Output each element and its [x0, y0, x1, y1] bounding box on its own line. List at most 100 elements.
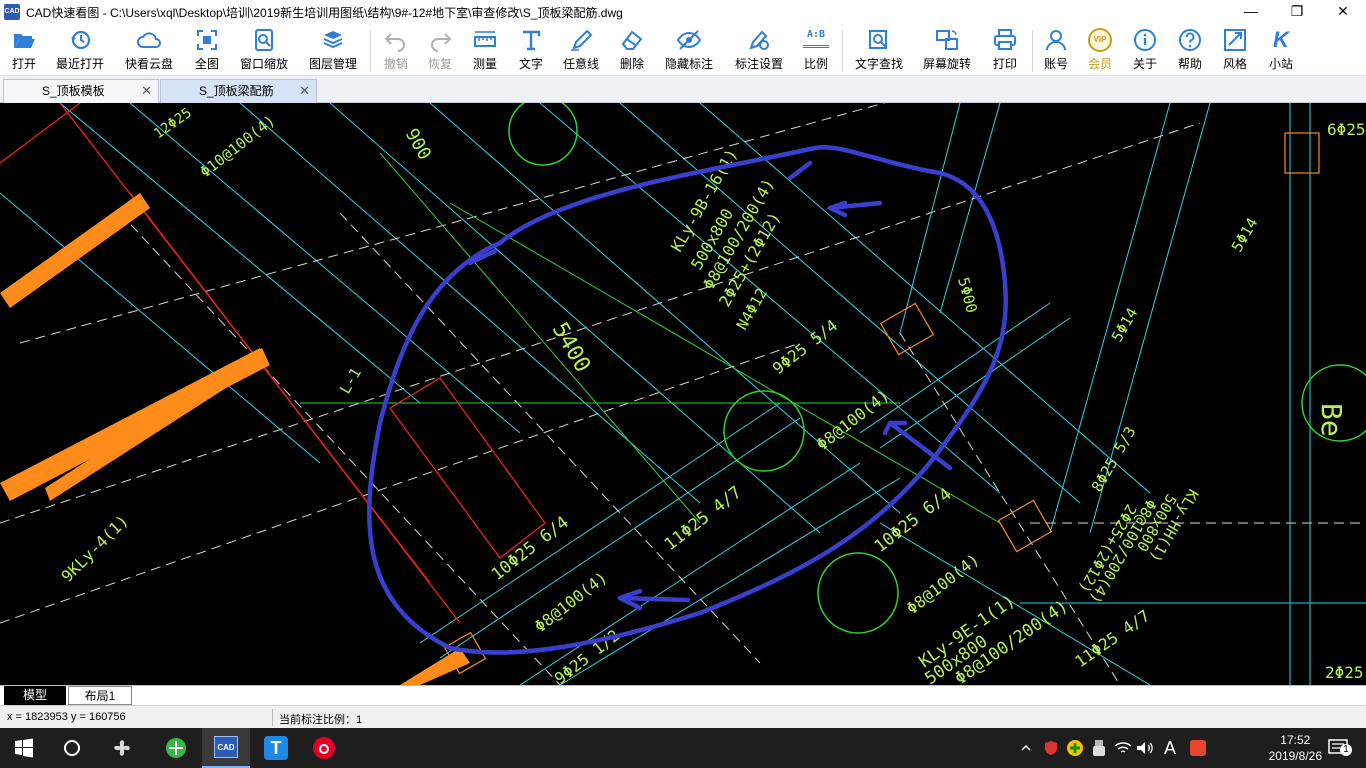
maximize-button[interactable]: ❐ [1274, 0, 1320, 24]
fit-all-icon [197, 30, 217, 50]
eye-hide-icon [676, 30, 702, 50]
wifi-icon[interactable] [1112, 728, 1134, 768]
fit-all-button[interactable]: 全图 [188, 28, 226, 74]
ime-indicator[interactable]: A [1158, 728, 1182, 768]
cad-label: 9Φ25 1/2 [551, 626, 623, 685]
cad-label: 8Φ25 5/3 [1088, 423, 1140, 495]
tab-reinforcement-label: S_顶板梁配筋 [199, 84, 274, 98]
toolbar-divider [842, 30, 843, 72]
start-button[interactable] [0, 728, 48, 768]
redo-button[interactable]: 恢复 [422, 28, 458, 74]
close-icon[interactable]: ✕ [299, 80, 310, 102]
browser-icon [166, 738, 186, 758]
user-icon [1046, 30, 1066, 51]
main-toolbar: 打开 最近打开 快看云盘 全图 窗口缩放 图层管理 撤销 恢复 测量 文字 任意… [0, 24, 1366, 76]
style-button[interactable]: 风格 [1216, 28, 1254, 74]
notification-center-icon[interactable]: 1 [1318, 728, 1358, 768]
status-divider [272, 709, 273, 726]
cad-label: Φ8@100(4) [531, 568, 611, 636]
rotate-screen-label: 屏幕旋转 [922, 57, 971, 71]
tab-layout1[interactable]: 布局1 [68, 686, 132, 705]
recent-button[interactable]: 最近打开 [52, 28, 108, 74]
cloud-label: 快看云盘 [124, 57, 173, 71]
plus-badge-icon[interactable] [1064, 728, 1086, 768]
tab-template[interactable]: S_顶板模板 ✕ [3, 79, 159, 103]
layout-tabs: 模型 布局1 [0, 685, 1366, 705]
netease-music-icon [313, 737, 335, 759]
text-label: 文字 [518, 57, 543, 71]
layers-button[interactable]: 图层管理 [304, 28, 362, 74]
station-label: 小站 [1268, 57, 1293, 71]
cad-label: 5400 [547, 319, 595, 377]
drawing-canvas[interactable]: 12Φ25 Φ10@100(4) 900 5400 L-1 KLy-9B-16(1) 500… [0, 103, 1366, 685]
station-button[interactable]: K 小站 [1262, 28, 1300, 74]
sogou-ime-icon[interactable] [1186, 728, 1210, 768]
task-view-button[interactable] [98, 728, 146, 768]
freeline-label: 任意线 [562, 57, 599, 71]
music-app[interactable] [300, 728, 348, 768]
cad-label: Φ8@100(4) [903, 550, 983, 618]
annotation-scale: 当前标注比例：1 [279, 714, 363, 726]
cad-label: 9KLy-4(1) [57, 511, 132, 586]
about-button[interactable]: 关于 [1126, 28, 1164, 74]
delete-label: 删除 [619, 57, 644, 71]
delete-button[interactable]: 删除 [613, 28, 651, 74]
window-title: CAD快速看图 - C:\Users\xql\Desktop\培训\2019新生… [26, 5, 623, 20]
vip-icon: VIP [1088, 28, 1112, 52]
cad-label: 10Φ25 6/4 [488, 512, 573, 584]
usb-device-icon[interactable] [1088, 728, 1110, 768]
help-button[interactable]: 帮助 [1171, 28, 1209, 74]
volume-icon[interactable] [1134, 728, 1156, 768]
text-button[interactable]: 文字 [512, 28, 550, 74]
scale-button[interactable]: A:B 比例 [798, 28, 834, 74]
browser-app[interactable] [152, 728, 200, 768]
annotation-settings-icon [749, 30, 769, 50]
annotation-settings-button[interactable]: 标注设置 [730, 28, 788, 74]
system-clock[interactable]: 17:52 2019/8/26 [1269, 732, 1322, 764]
window-controls: — ❐ ✕ [1228, 0, 1366, 24]
rotate-screen-button[interactable]: 屏幕旋转 [918, 28, 976, 74]
minimize-button[interactable]: — [1228, 0, 1274, 24]
pinwheel-icon [114, 740, 130, 756]
chevron-up-icon[interactable] [1016, 728, 1036, 768]
freeline-button[interactable]: 任意线 [558, 28, 604, 74]
text-search-label: 文字查找 [854, 57, 903, 71]
undo-button[interactable]: 撤销 [378, 28, 414, 74]
cad-labels: 12Φ25 Φ10@100(4) 9005400L-1KLy-9B-16(1)500… [57, 105, 1365, 685]
rotate-screen-icon [936, 30, 958, 50]
zoom-window-icon [255, 29, 273, 51]
cad-label: Φ10@100(4) [196, 111, 278, 181]
k-glyph: K [1273, 27, 1289, 52]
search-button[interactable] [48, 728, 96, 768]
cloud-button[interactable]: 快看云盘 [120, 28, 178, 74]
close-icon[interactable]: ✕ [141, 80, 152, 102]
app-logo-icon: CAD [4, 4, 20, 20]
redo-icon [431, 33, 452, 52]
measure-label: 测量 [472, 57, 497, 71]
style-label: 风格 [1222, 57, 1247, 71]
measure-button[interactable]: 测量 [466, 28, 504, 74]
text-search-button[interactable]: 文字查找 [850, 28, 908, 74]
cad-label: 12Φ25 [151, 105, 195, 142]
close-button[interactable]: ✕ [1320, 0, 1366, 24]
search-icon [64, 740, 80, 756]
open-button[interactable]: 打开 [4, 28, 44, 74]
hide-annotation-button[interactable]: 隐藏标注 [660, 28, 718, 74]
tab-reinforcement[interactable]: S_顶板梁配筋 ✕ [160, 79, 317, 103]
layers-label: 图层管理 [308, 57, 357, 71]
zoom-window-button[interactable]: 窗口缩放 [236, 28, 292, 74]
cad-label: 5Φ14 [1228, 215, 1262, 255]
print-button[interactable]: 打印 [986, 28, 1024, 74]
print-label: 打印 [992, 57, 1017, 71]
vip-button[interactable]: VIP 会员 [1082, 28, 1118, 74]
security-shield-icon[interactable] [1040, 728, 1062, 768]
text-app[interactable]: T [252, 728, 300, 768]
cad-viewer-app[interactable]: CAD [202, 728, 250, 768]
vip-badge-text: VIP [1093, 35, 1107, 44]
t-app-icon: T [264, 736, 288, 760]
account-button[interactable]: 账号 [1038, 28, 1074, 74]
tab-model[interactable]: 模型 [4, 686, 66, 705]
cursor-coordinates: x = 1823953 y = 160756 [7, 711, 126, 723]
cad-label: 6Φ25 [1327, 120, 1366, 139]
cad-label: 11Φ25 4/7 [661, 482, 746, 554]
